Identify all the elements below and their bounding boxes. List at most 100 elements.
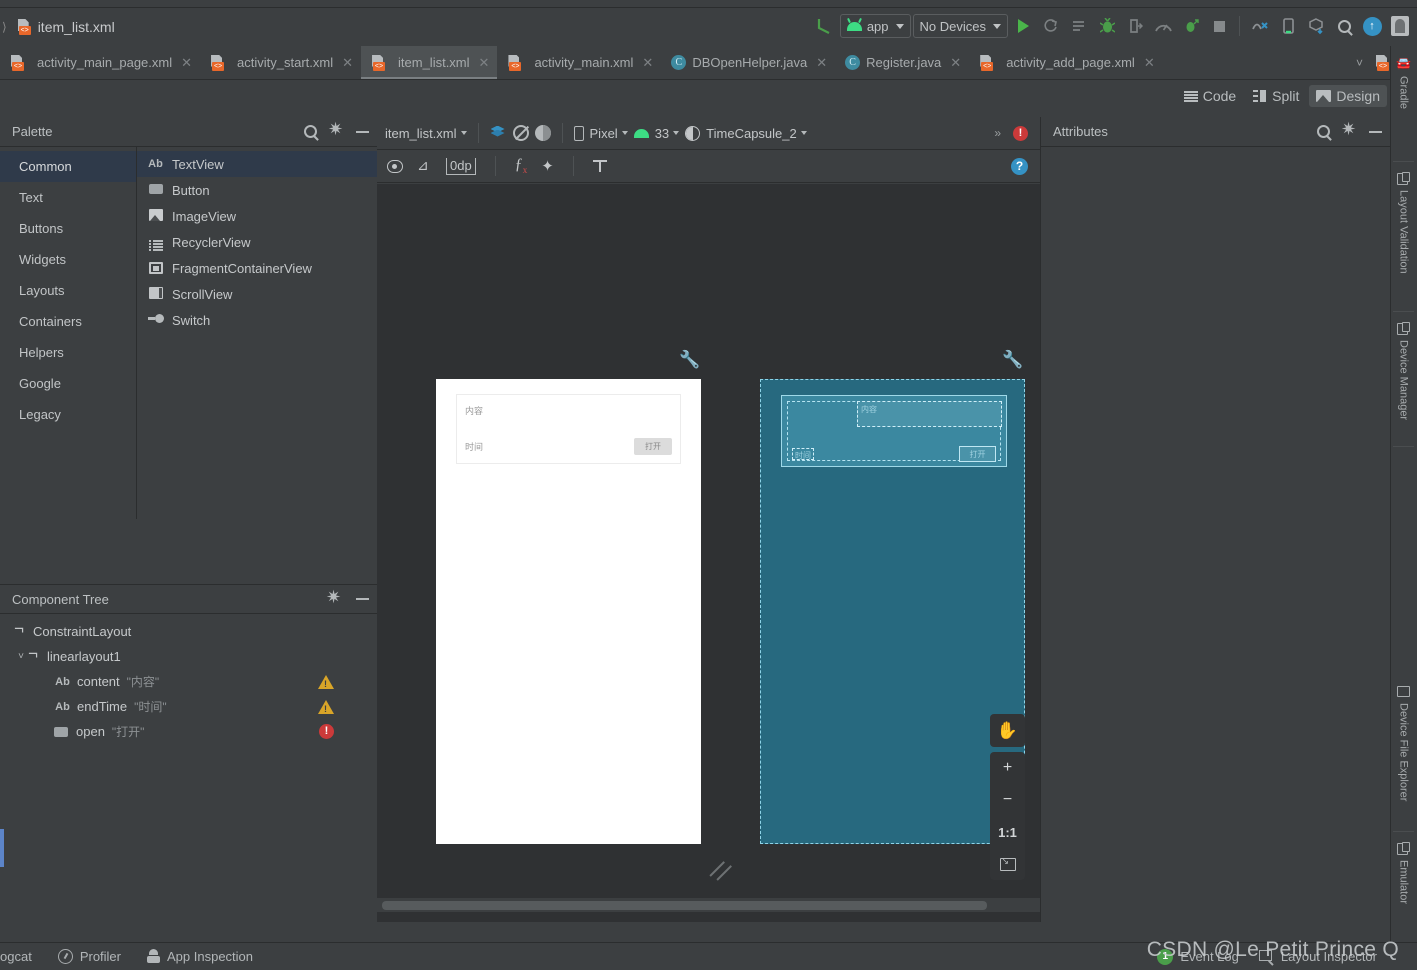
back-arrow-icon[interactable] [812, 13, 838, 39]
minimize-icon[interactable] [356, 598, 369, 600]
close-icon[interactable]: ✕ [950, 55, 961, 71]
device-selector[interactable]: No Devices [912, 14, 1008, 38]
chevron-down-icon[interactable]: ˅ [1356, 56, 1363, 70]
preview-linearlayout[interactable]: 内容 时间 打开 [456, 394, 681, 464]
close-icon[interactable]: ✕ [479, 55, 490, 71]
design-file-selector[interactable]: item_list.xml [385, 126, 467, 141]
close-icon[interactable]: ✕ [1144, 55, 1155, 71]
gear-icon[interactable] [328, 119, 344, 140]
rail-item-device-manager[interactable]: Device Manager [1390, 322, 1417, 420]
palette-category-layouts[interactable]: Layouts [0, 275, 136, 306]
view-mode-design[interactable]: Design [1309, 85, 1387, 107]
debug-icon[interactable] [1094, 13, 1120, 39]
minimize-icon[interactable] [356, 130, 369, 133]
design-preview-blueprint[interactable]: 内容 时间 打开 [760, 379, 1025, 844]
search-everywhere-icon[interactable] [1331, 13, 1357, 39]
editor-tab[interactable]: <> activity_main.xml ✕ [497, 46, 661, 79]
editor-tab[interactable]: <> activity_main_page.xml ✕ [0, 46, 200, 79]
error-icon[interactable]: ! [1013, 125, 1028, 141]
render-settings-icon[interactable]: 🔧 [679, 350, 700, 370]
account-icon[interactable] [1387, 13, 1413, 39]
palette-category-legacy[interactable]: Legacy [0, 399, 136, 430]
night-mode-icon[interactable] [534, 125, 551, 141]
rail-item-layout-validation[interactable]: Layout Validation [1390, 172, 1417, 274]
theme-selector[interactable]: TimeCapsule_2 [706, 126, 807, 141]
attach-debugger-icon[interactable] [1122, 13, 1148, 39]
warning-icon[interactable] [318, 674, 334, 689]
palette-category-text[interactable]: Text [0, 182, 136, 213]
zoom-out-button[interactable]: − [990, 784, 1025, 816]
chevron-down-icon[interactable]: ˅ [14, 651, 28, 662]
api-level-selector[interactable]: 33 [655, 126, 680, 141]
actual-size-button[interactable]: 1:1 [990, 816, 1025, 848]
zoom-to-fit-button[interactable] [990, 848, 1025, 880]
palette-category-common[interactable]: Common [0, 151, 136, 182]
toolbar-overflow-icon[interactable]: » [994, 126, 1001, 140]
view-mode-code[interactable]: Code [1177, 85, 1243, 107]
close-icon[interactable]: ✕ [181, 55, 192, 71]
design-preview-rendered[interactable]: 内容 时间 打开 [436, 379, 701, 844]
preview-open-button[interactable]: 打开 [634, 438, 672, 455]
palette-item-fragmentcontainerview[interactable]: FragmentContainerView [137, 255, 377, 281]
status-item-logcat[interactable]: ogcat [0, 949, 32, 964]
editor-tab[interactable]: C Register.java ✕ [835, 46, 969, 79]
palette-item-textview[interactable]: Ab TextView [137, 151, 377, 177]
status-item-app-inspection[interactable]: App Inspection [147, 949, 253, 964]
palette-category-buttons[interactable]: Buttons [0, 213, 136, 244]
palette-category-containers[interactable]: Containers [0, 306, 136, 337]
canvas-horizontal-scrollbar[interactable] [377, 898, 1040, 912]
run-coverage-icon[interactable] [1178, 13, 1204, 39]
module-selector[interactable]: app [839, 14, 911, 38]
close-icon[interactable]: ✕ [642, 55, 653, 71]
error-icon[interactable]: ! [319, 724, 334, 739]
palette-item-switch[interactable]: Switch [137, 307, 377, 333]
render-settings-icon[interactable]: 🔧 [1002, 350, 1023, 370]
apply-changes-icon[interactable] [1038, 13, 1064, 39]
close-icon[interactable]: ✕ [342, 55, 353, 71]
preview-resize-handle[interactable] [707, 856, 733, 882]
tree-node-endtime[interactable]: Ab endTime "时间" [0, 694, 377, 719]
design-mode-icon[interactable] [490, 125, 507, 141]
palette-category-google[interactable]: Google [0, 368, 136, 399]
update-icon[interactable]: ↑ [1359, 13, 1385, 39]
blueprint-linearlayout[interactable]: 内容 时间 打开 [781, 395, 1007, 467]
minimize-icon[interactable] [1369, 130, 1382, 133]
blueprint-mode-icon[interactable] [512, 125, 529, 141]
editor-tab[interactable]: C DBOpenHelper.java ✕ [661, 46, 835, 79]
tree-node-open[interactable]: open "打开" ! [0, 719, 377, 744]
help-icon[interactable]: ? [1011, 157, 1028, 175]
tree-node-linearlayout1[interactable]: ˅ linearlayout1 [0, 644, 377, 669]
search-icon[interactable] [1317, 125, 1330, 138]
clear-constraints-icon[interactable]: ƒx [515, 156, 528, 175]
editor-tab-active[interactable]: <> item_list.xml ✕ [361, 46, 498, 79]
avd-manager-icon[interactable] [1247, 13, 1273, 39]
blueprint-endtime-textview[interactable]: 时间 [792, 448, 814, 460]
autoconnect-icon[interactable] [417, 157, 432, 174]
palette-item-recyclerview[interactable]: RecyclerView [137, 229, 377, 255]
view-mode-split[interactable]: Split [1246, 85, 1306, 107]
gear-icon[interactable] [1341, 119, 1357, 140]
status-item-profiler[interactable]: Profiler [57, 949, 121, 964]
blueprint-content-textview[interactable]: 内容 [857, 401, 1002, 427]
tree-node-content[interactable]: Ab content "内容" [0, 669, 377, 694]
rail-item-device-file-explorer[interactable]: Device File Explorer [1390, 686, 1417, 801]
apply-code-changes-icon[interactable] [1066, 13, 1092, 39]
blueprint-open-button[interactable]: 打开 [959, 446, 996, 462]
rail-item-emulator[interactable]: Emulator [1390, 842, 1417, 904]
rail-item-gradle[interactable]: 🚘 Gradle [1390, 56, 1417, 109]
sdk-manager-icon[interactable] [1303, 13, 1329, 39]
profiler-icon[interactable] [1150, 13, 1176, 39]
warning-icon[interactable] [318, 699, 334, 714]
design-canvas[interactable]: 🔧 🔧 内容 时间 打开 内容 时间 打开 ✋ + − 1:1 ↘ [377, 184, 1040, 922]
infer-constraints-icon[interactable]: ✦ [541, 157, 554, 175]
search-icon[interactable] [304, 125, 317, 138]
run-icon[interactable] [1010, 13, 1036, 39]
palette-item-button[interactable]: Button [137, 177, 377, 203]
default-margin-value[interactable]: 0dp [446, 157, 476, 175]
palette-category-helpers[interactable]: Helpers [0, 337, 136, 368]
editor-tab[interactable]: <> activity_add_page.xml ✕ [969, 46, 1163, 79]
close-icon[interactable]: ✕ [816, 55, 827, 71]
zoom-in-button[interactable]: + [990, 752, 1025, 784]
editor-tab[interactable]: <> activity_start.xml ✕ [200, 46, 361, 79]
gear-icon[interactable] [326, 587, 342, 608]
